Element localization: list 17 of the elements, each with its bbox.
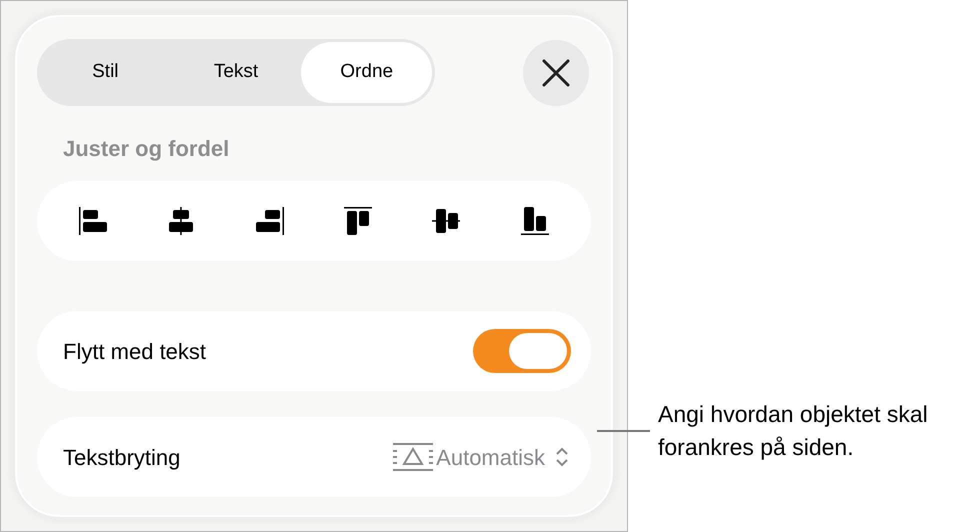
chevron-updown-icon <box>555 447 569 467</box>
text-wrap-icon <box>392 442 434 472</box>
toggle-switch[interactable] <box>473 329 571 373</box>
row-label: Tekstbryting <box>63 444 180 472</box>
align-right-icon <box>254 206 285 236</box>
align-middle-icon <box>431 206 462 236</box>
callout-text: Angi hvordan objektet skal forankres på siden. <box>658 400 929 462</box>
row-label: Flytt med tekst <box>63 338 206 366</box>
tab[interactable]: Ordne <box>301 42 432 103</box>
align-top-icon <box>343 206 374 236</box>
leader-line <box>597 430 650 432</box>
align-bottom-icon <box>520 206 550 236</box>
section-heading: Juster og fordel <box>63 135 230 163</box>
tab[interactable]: Tekst <box>170 42 302 103</box>
tab[interactable]: Stil <box>40 42 171 103</box>
align-left-icon <box>78 206 108 236</box>
close-icon <box>542 58 570 86</box>
